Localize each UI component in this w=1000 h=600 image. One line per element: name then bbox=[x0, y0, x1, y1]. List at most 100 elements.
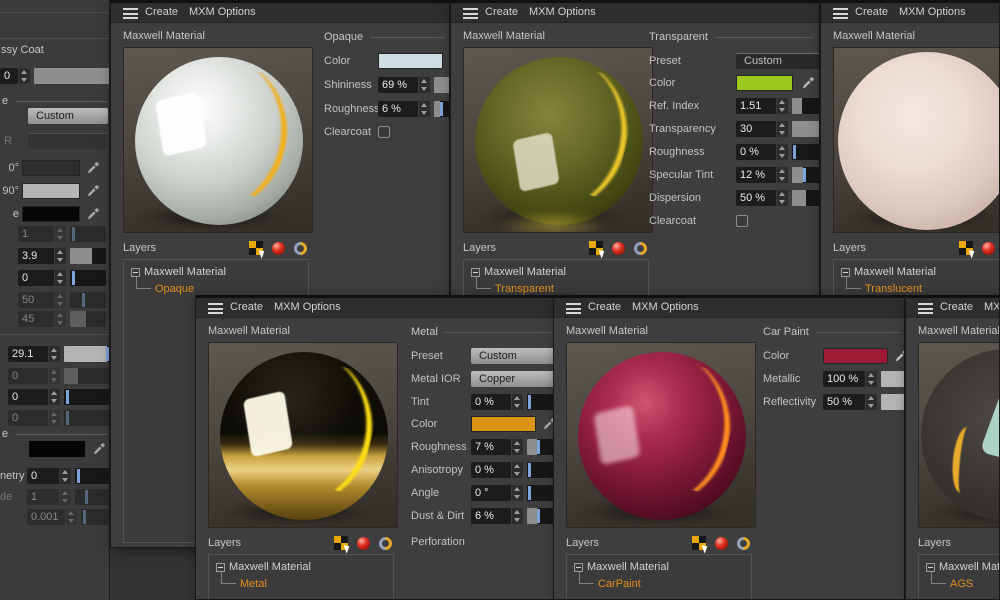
slider[interactable] bbox=[527, 462, 555, 478]
tree-child-item[interactable]: CarPaint bbox=[598, 578, 641, 590]
slider[interactable] bbox=[434, 101, 450, 117]
slider[interactable] bbox=[64, 346, 110, 362]
tree-expand-icon[interactable] bbox=[131, 268, 140, 277]
value-field[interactable]: 45 bbox=[18, 311, 54, 327]
slider[interactable] bbox=[792, 167, 820, 183]
menu-item-mxm-options[interactable]: MXM Options bbox=[189, 6, 256, 18]
stepper[interactable] bbox=[60, 468, 71, 484]
color-swatch[interactable] bbox=[471, 416, 536, 432]
stepper[interactable] bbox=[55, 311, 66, 327]
slider[interactable] bbox=[81, 509, 109, 525]
value-field[interactable]: 0 bbox=[18, 270, 54, 286]
value-field[interactable]: 7 % bbox=[471, 439, 511, 455]
menu-item-mxm-options[interactable]: MXM Options bbox=[274, 301, 341, 313]
value-field[interactable]: 0 bbox=[0, 68, 18, 84]
value-field[interactable]: 0 % bbox=[736, 144, 776, 160]
value-field[interactable]: 0 bbox=[27, 468, 59, 484]
stepper[interactable] bbox=[19, 68, 30, 84]
hamburger-menu-icon[interactable] bbox=[208, 303, 223, 314]
value-field[interactable]: 50 bbox=[18, 292, 54, 308]
menu-item-create[interactable]: Create bbox=[145, 6, 178, 18]
value-field[interactable]: 6 % bbox=[378, 101, 418, 117]
stepper[interactable] bbox=[777, 121, 788, 137]
render-ball-icon[interactable] bbox=[612, 242, 625, 255]
stepper[interactable] bbox=[777, 98, 788, 114]
eyedropper-icon[interactable] bbox=[801, 76, 815, 90]
color-swatch[interactable] bbox=[28, 440, 86, 458]
slider[interactable] bbox=[70, 248, 106, 264]
value-field[interactable]: 0 bbox=[8, 410, 48, 426]
value-field[interactable]: 0 ° bbox=[471, 485, 511, 501]
texture-checker-icon[interactable] bbox=[959, 241, 973, 255]
stepper[interactable] bbox=[866, 394, 877, 410]
clearcoat-checkbox[interactable] bbox=[378, 126, 390, 138]
stepper[interactable] bbox=[512, 394, 523, 410]
hamburger-menu-icon[interactable] bbox=[463, 8, 478, 19]
menu-item-mxm-options[interactable]: MXM Options bbox=[632, 301, 699, 313]
slider[interactable] bbox=[70, 226, 106, 242]
color-swatch[interactable] bbox=[378, 53, 443, 69]
stepper[interactable] bbox=[777, 190, 788, 206]
menu-item-mxm-options[interactable]: MXM Options bbox=[899, 6, 966, 18]
hamburger-menu-icon[interactable] bbox=[918, 303, 933, 314]
hamburger-menu-icon[interactable] bbox=[566, 303, 581, 314]
slider[interactable] bbox=[792, 98, 820, 114]
stepper[interactable] bbox=[777, 167, 788, 183]
slider[interactable] bbox=[75, 489, 109, 505]
slider[interactable] bbox=[527, 508, 555, 524]
stepper[interactable] bbox=[419, 101, 430, 117]
stepper[interactable] bbox=[55, 292, 66, 308]
tree-child-item[interactable]: Translucent bbox=[865, 283, 922, 295]
value-field[interactable]: 0 bbox=[8, 368, 48, 384]
value-field[interactable]: 0 % bbox=[471, 394, 511, 410]
stepper[interactable] bbox=[66, 509, 77, 525]
tree-child-item[interactable]: Transparent bbox=[495, 283, 554, 295]
preset-dropdown[interactable]: Custom bbox=[28, 108, 108, 124]
slider[interactable] bbox=[792, 144, 820, 160]
slider[interactable] bbox=[434, 77, 450, 93]
slider[interactable] bbox=[881, 394, 905, 410]
slider[interactable] bbox=[527, 394, 555, 410]
stepper[interactable] bbox=[55, 248, 66, 264]
slider[interactable] bbox=[64, 410, 110, 426]
stepper[interactable] bbox=[49, 389, 60, 405]
stepper[interactable] bbox=[49, 410, 60, 426]
value-field[interactable]: 50 % bbox=[736, 190, 776, 206]
clearcoat-checkbox[interactable] bbox=[736, 215, 748, 227]
value-field[interactable]: 6 % bbox=[471, 508, 511, 524]
hamburger-menu-icon[interactable] bbox=[833, 8, 848, 19]
color-swatch[interactable] bbox=[736, 75, 793, 91]
value-field[interactable]: 30 bbox=[736, 121, 776, 137]
eyedropper-icon[interactable] bbox=[86, 161, 100, 175]
value-field[interactable]: 3.9 bbox=[18, 248, 54, 264]
tree-expand-icon[interactable] bbox=[216, 563, 225, 572]
eyedropper-icon[interactable] bbox=[894, 349, 905, 363]
value-field[interactable]: 1.51 bbox=[736, 98, 776, 114]
slider[interactable] bbox=[64, 368, 110, 384]
stepper[interactable] bbox=[60, 489, 71, 505]
stepper[interactable] bbox=[419, 77, 430, 93]
slider[interactable] bbox=[527, 485, 555, 501]
value-field[interactable]: 100 % bbox=[823, 371, 865, 387]
tree-expand-icon[interactable] bbox=[841, 268, 850, 277]
value-field[interactable]: 50 % bbox=[823, 394, 865, 410]
tree-child-item[interactable]: AGS bbox=[950, 578, 973, 590]
preset-dropdown[interactable]: Custom bbox=[736, 53, 820, 69]
metal-ior-dropdown[interactable]: Copper bbox=[471, 371, 556, 387]
menu-item-create[interactable]: Create bbox=[485, 6, 518, 18]
disabled-dropdown[interactable] bbox=[28, 133, 108, 149]
color-swatch[interactable] bbox=[22, 206, 80, 222]
stepper[interactable] bbox=[55, 226, 66, 242]
color-swatch[interactable] bbox=[823, 348, 888, 364]
value-field[interactable]: 1 bbox=[27, 489, 59, 505]
hamburger-menu-icon[interactable] bbox=[123, 8, 138, 19]
stepper[interactable] bbox=[512, 439, 523, 455]
tree-child-item[interactable]: Opaque bbox=[155, 283, 194, 295]
tree-expand-icon[interactable] bbox=[926, 563, 935, 572]
stepper[interactable] bbox=[49, 346, 60, 362]
value-field[interactable]: 0 % bbox=[471, 462, 511, 478]
render-ball-icon[interactable] bbox=[357, 537, 370, 550]
menu-item-create[interactable]: Create bbox=[230, 301, 263, 313]
slider[interactable] bbox=[64, 389, 110, 405]
refresh-icon[interactable] bbox=[376, 534, 394, 552]
